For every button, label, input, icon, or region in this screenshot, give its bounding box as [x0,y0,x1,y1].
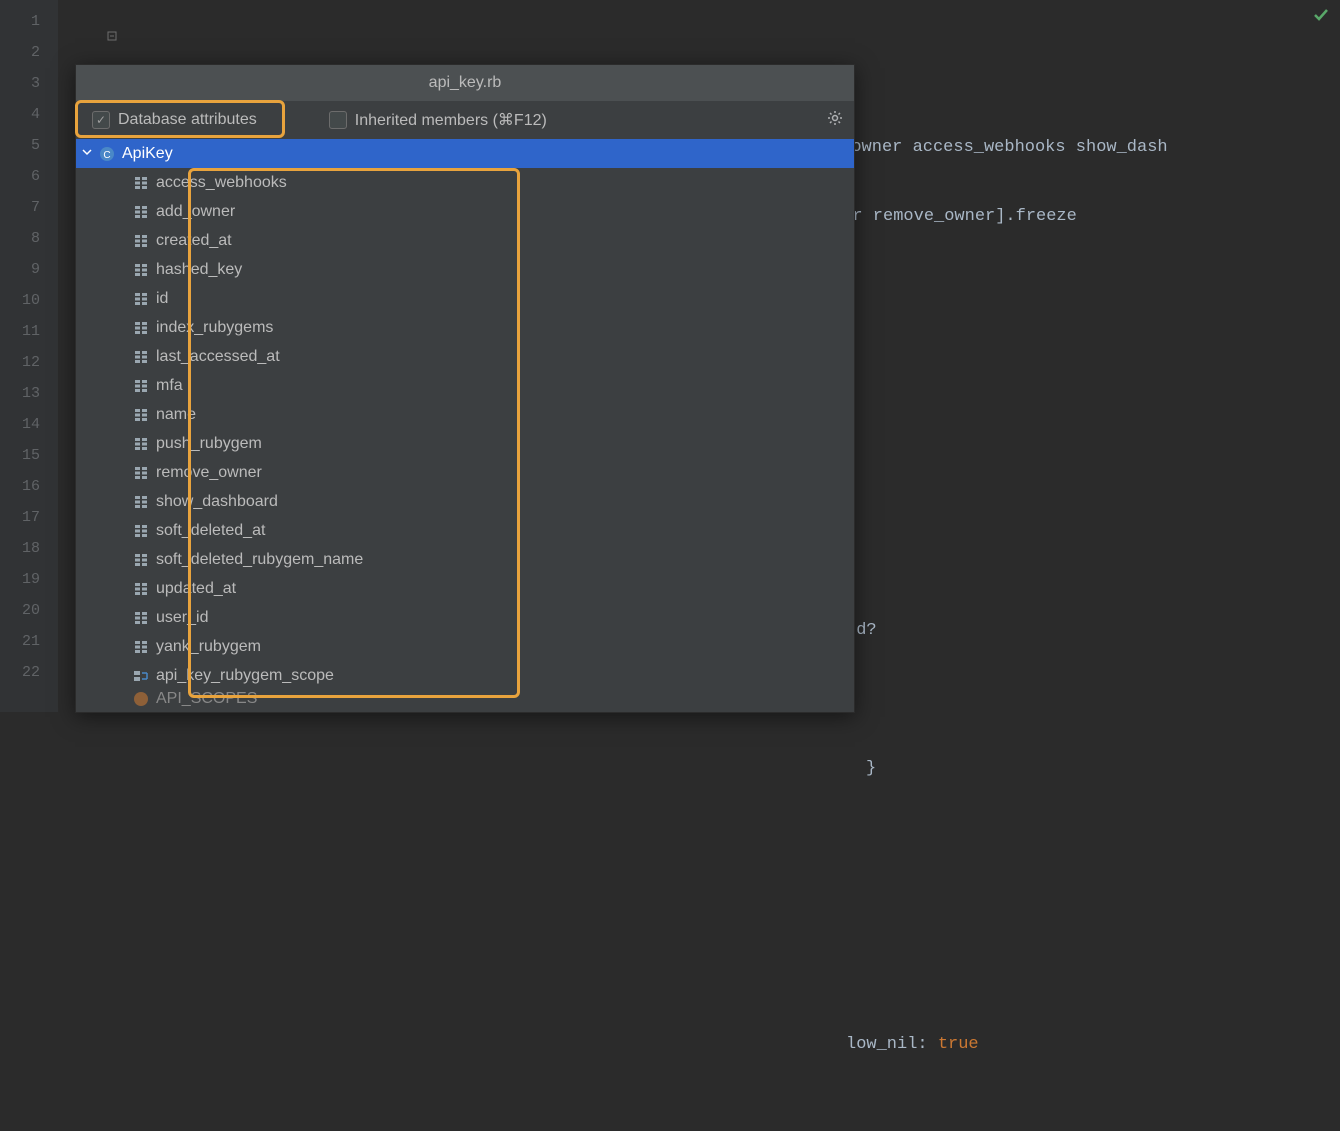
fold-icon[interactable] [46,9,56,19]
db-column-icon [132,638,150,656]
tree-item-label: soft_deleted_rubygem_name [156,551,363,569]
line-number: 20 [0,595,58,626]
tree-item-label: access_webhooks [156,174,287,192]
class-icon: C [98,145,116,163]
db-column-icon [132,290,150,308]
db-column-icon [132,609,150,627]
database-attributes-label: Database attributes [118,111,257,129]
tree-item[interactable]: id [76,284,854,313]
tree-item-cutoff: API_SCOPES [76,690,854,710]
association-icon [132,667,150,685]
tree-item[interactable]: soft_deleted_at [76,516,854,545]
db-column-icon [132,319,150,337]
line-number: 6 [0,161,58,192]
tree-item-label: last_accessed_at [156,348,280,366]
line-number: 3 [0,68,58,99]
tree-item-label: soft_deleted_at [156,522,265,540]
line-number: 21 [0,626,58,657]
tree-item-label: updated_at [156,580,236,598]
tree-item[interactable]: hashed_key [76,255,854,284]
tree-item[interactable]: api_key_rubygem_scope [76,661,854,690]
tree-item[interactable]: user_id [76,603,854,632]
db-column-icon [132,406,150,424]
line-number: 8 [0,223,58,254]
line-number: 22 [0,657,58,688]
tree-item-label: user_id [156,609,208,627]
line-number: 5 [0,130,58,161]
tree-item-label: hashed_key [156,261,242,279]
tree-item-label: yank_rubygem [156,638,261,656]
db-column-icon [132,580,150,598]
popup-title: api_key.rb [76,65,854,101]
tree-item[interactable]: created_at [76,226,854,255]
tree-item[interactable]: index_rubygems [76,313,854,342]
db-column-icon [132,464,150,482]
tree-root[interactable]: C ApiKey [76,139,854,168]
db-column-icon [132,551,150,569]
db-column-icon [132,522,150,540]
tree-item-label: mfa [156,377,183,395]
database-attributes-toggle[interactable]: Database attributes [86,107,263,133]
tree-item-label: show_dashboard [156,493,278,511]
line-number: 10 [0,285,58,316]
inherited-members-toggle[interactable]: Inherited members (⌘F12) [323,106,553,134]
gear-icon[interactable] [826,109,844,132]
tree-item[interactable]: updated_at [76,574,854,603]
tree-item[interactable]: mfa [76,371,854,400]
tree-item[interactable]: add_owner [76,197,854,226]
db-column-icon [132,232,150,250]
tree-item[interactable]: yank_rubygem [76,632,854,661]
inherited-members-label: Inherited members (⌘F12) [355,110,547,130]
structure-popup: api_key.rb Database attributes Inherited… [75,64,855,713]
tree-item[interactable]: show_dashboard [76,487,854,516]
tree-item[interactable]: last_accessed_at [76,342,854,371]
inspection-ok-icon[interactable] [1312,6,1330,30]
tree-item[interactable]: access_webhooks [76,168,854,197]
db-column-icon [132,348,150,366]
line-number: 9 [0,254,58,285]
tree-item-label: api_key_rubygem_scope [156,667,334,685]
line-number: 11 [0,316,58,347]
db-column-icon [132,261,150,279]
line-number: 19 [0,564,58,595]
db-column-icon [132,435,150,453]
tree-item-label: created_at [156,232,232,250]
line-number: 18 [0,533,58,564]
tree-item-label: add_owner [156,203,235,221]
db-column-icon [132,493,150,511]
line-number: 12 [0,347,58,378]
tree-item-label: push_rubygem [156,435,262,453]
tree-root-label: ApiKey [122,145,173,163]
tree-item-label: id [156,290,168,308]
chevron-down-icon[interactable] [82,147,98,160]
tree-item[interactable]: soft_deleted_rubygem_name [76,545,854,574]
line-number: 17 [0,502,58,533]
tree-item-label: index_rubygems [156,319,273,337]
line-number: 13 [0,378,58,409]
line-number: 7 [0,192,58,223]
checkbox-unchecked-icon [329,111,347,129]
popup-toolbar: Database attributes Inherited members (⌘… [76,101,854,139]
svg-text:C: C [103,150,110,161]
constant-icon [132,690,150,708]
db-column-icon [132,174,150,192]
code-line[interactable]: low_nil: true [76,1029,1340,1060]
line-number: 4 [0,99,58,130]
code-line[interactable]: } [76,753,1340,784]
db-column-icon [132,203,150,221]
line-number: 15 [0,440,58,471]
tree-item-label: name [156,406,196,424]
line-number: 14 [0,409,58,440]
structure-tree[interactable]: C ApiKey access_webhooks add_ownercreated… [76,139,854,712]
tree-item[interactable]: push_rubygem [76,429,854,458]
db-column-icon [132,377,150,395]
line-number: 16 [0,471,58,502]
line-number-gutter: 12345678910111213141516171819202122 [0,0,58,712]
checkbox-checked-icon [92,111,110,129]
tree-item-label: remove_owner [156,464,262,482]
tree-item[interactable]: remove_owner [76,458,854,487]
tree-item[interactable]: name [76,400,854,429]
